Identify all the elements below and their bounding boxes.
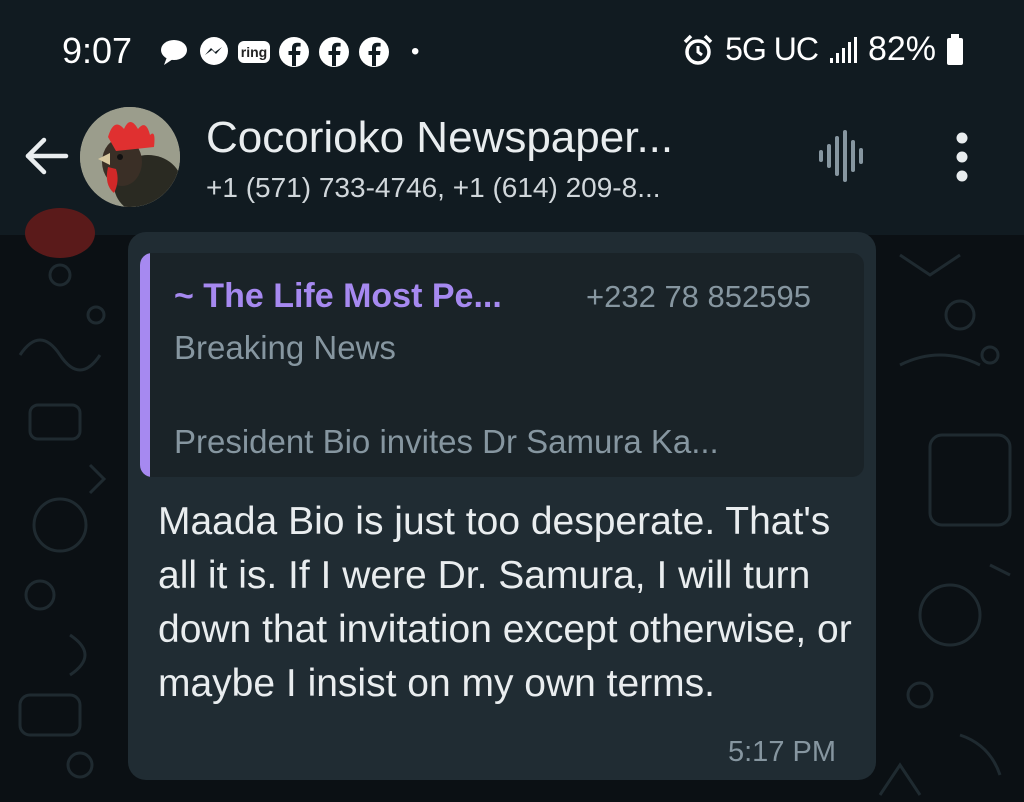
ring-icon: ring	[237, 35, 271, 69]
back-button[interactable]	[20, 130, 72, 182]
arrow-left-icon	[25, 137, 69, 175]
chat-participants[interactable]: +1 (571) 733-4746, +1 (614) 209-8...	[206, 172, 661, 204]
audio-wave-icon	[819, 130, 863, 182]
message-text: Maada Bio is just too desperate. That's …	[158, 500, 852, 705]
facebook-icon	[357, 35, 391, 69]
quote-accent-bar	[140, 253, 150, 477]
more-vertical-icon	[956, 132, 968, 182]
voice-chat-button[interactable]	[815, 128, 871, 184]
status-right: 5G UC 82%	[681, 30, 964, 69]
alarm-icon	[683, 34, 713, 65]
more-notifications-icon: •	[411, 38, 420, 65]
network-type: 5G UC	[725, 31, 819, 67]
quote-author: ~ The Life Most Pe...	[174, 277, 502, 315]
previous-sender-avatar	[25, 208, 95, 258]
battery-percent: 82%	[867, 30, 936, 68]
group-avatar[interactable]	[80, 107, 180, 207]
rooster-image	[80, 107, 180, 207]
quoted-message[interactable]: ~ The Life Most Pe... +232 78 852595 Bre…	[140, 253, 864, 477]
battery-icon	[947, 33, 963, 65]
message-timestamp: 5:17 PM	[728, 736, 836, 768]
notification-icons: ring •	[157, 32, 419, 72]
signal-icon	[829, 36, 857, 63]
status-time: 9:07	[62, 30, 133, 71]
quote-text-line: Breaking News	[174, 329, 396, 366]
quote-text-line: President Bio invites Dr Samura Ka...	[174, 423, 719, 460]
chat-title[interactable]: Cocorioko Newspaper...	[206, 113, 673, 163]
ring-badge: ring	[237, 41, 271, 63]
facebook-icon	[277, 35, 311, 69]
chat-bubble-icon	[157, 35, 191, 69]
quote-phone: +232 78 852595	[586, 279, 811, 314]
overflow-menu-button[interactable]	[944, 130, 980, 184]
facebook-icon	[317, 35, 351, 69]
status-bar: 9:07 ring • 5G UC 82%	[0, 0, 1024, 100]
messenger-icon	[197, 35, 231, 69]
